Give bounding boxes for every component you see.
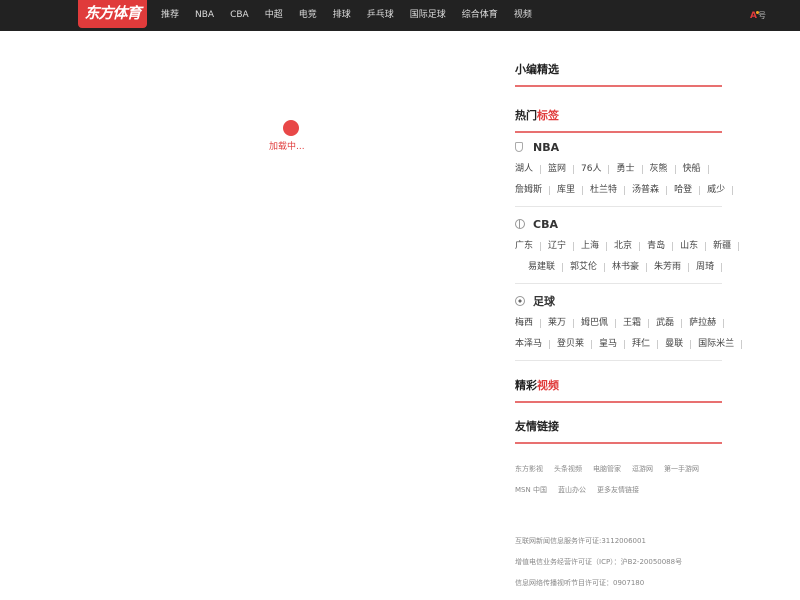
- account-link[interactable]: A 号: [750, 0, 800, 31]
- tag-link[interactable]: 北京: [614, 242, 641, 251]
- tag-link[interactable]: 青岛: [647, 242, 674, 251]
- friend-links-title: 友情链接: [515, 418, 722, 444]
- category-divider: [515, 283, 722, 284]
- license-text: 增值电信业务经营许可证（ICP）：沪B2-20050088号: [515, 558, 683, 566]
- category-name: 足球: [533, 295, 555, 308]
- category-header: 足球: [515, 293, 722, 309]
- nav-item-general-sports[interactable]: 综合体育: [454, 0, 506, 31]
- tag-category-football: 足球 梅西 莱万 姆巴佩 王霜 武磊 萨拉赫 本泽马 登贝莱 皇马 拜仁 曼联 …: [515, 293, 743, 355]
- tag-link[interactable]: 新疆: [713, 242, 740, 251]
- tag-row: 梅西 莱万 姆巴佩 王霜 武磊 萨拉赫: [515, 313, 725, 334]
- category-header: CBA: [515, 216, 722, 232]
- nav-item-esports[interactable]: 电竞: [291, 0, 325, 31]
- tag-link[interactable]: 姆巴佩: [581, 319, 617, 328]
- friend-link[interactable]: 逗游网: [632, 464, 653, 474]
- more-friend-links[interactable]: 更多友情链接: [597, 485, 639, 495]
- video-section-title: 精彩视频: [515, 377, 722, 403]
- tag-link[interactable]: 莱万: [548, 319, 575, 328]
- friend-link[interactable]: 电脑管家: [593, 464, 621, 474]
- friend-links-list: 东方影视 头条视频 电脑管家 逗游网 第一手游网 MSN 中国 蓝山办公 更多友…: [515, 458, 735, 500]
- friend-link[interactable]: 东方影视: [515, 464, 543, 474]
- nav-item-intl-football[interactable]: 国际足球: [402, 0, 454, 31]
- friend-link[interactable]: 第一手游网: [664, 464, 699, 474]
- account-logo-icon: A: [750, 10, 759, 21]
- top-navigation-bar: 东方体育 推荐 NBA CBA 中超 电竞 排球 乒乓球 国际足球 综合体育 视…: [0, 0, 800, 31]
- tag-link[interactable]: 勇士: [616, 165, 643, 174]
- tag-link[interactable]: 拜仁: [632, 340, 659, 349]
- tag-link[interactable]: 郭艾伦: [570, 263, 606, 272]
- license-text: 信息网络传播视听节目许可证：0907180: [515, 579, 645, 587]
- tag-link[interactable]: 湖人: [515, 165, 542, 174]
- nav-item-video[interactable]: 视频: [506, 0, 540, 31]
- tag-link[interactable]: 威少: [707, 186, 734, 195]
- tag-link[interactable]: 萨拉赫: [689, 319, 725, 328]
- video-title-a: 精彩: [515, 379, 537, 392]
- loading-indicator: 加载中...: [269, 120, 311, 152]
- tag-link[interactable]: 曼联: [665, 340, 692, 349]
- category-divider: [515, 206, 722, 207]
- loading-text: 加载中...: [269, 142, 305, 152]
- tag-link[interactable]: 武磊: [656, 319, 683, 328]
- tag-link[interactable]: 林书豪: [612, 263, 648, 272]
- category-header: NBA: [515, 139, 722, 155]
- hot-tags-title-a: 热门: [515, 109, 537, 122]
- friend-link[interactable]: 头条视频: [554, 464, 582, 474]
- tag-link[interactable]: 汤普森: [632, 186, 668, 195]
- tag-link[interactable]: 周琦: [696, 263, 723, 272]
- tag-row: 詹姆斯 库里 杜兰特 汤普森 哈登 威少: [515, 180, 734, 201]
- tag-link[interactable]: 王霜: [623, 319, 650, 328]
- tag-row: 广东 辽宁 上海 北京 青岛 山东 新疆: [515, 236, 740, 257]
- license-text: 互联网新闻信息服务许可证:3112006001: [515, 537, 646, 545]
- tag-link[interactable]: 皇马: [599, 340, 626, 349]
- tag-link[interactable]: 上海: [581, 242, 608, 251]
- tag-link[interactable]: 哈登: [674, 186, 701, 195]
- hot-tags-title: 热门标签: [515, 107, 722, 133]
- tag-link[interactable]: 76人: [581, 165, 610, 174]
- category-name: CBA: [533, 217, 558, 231]
- tag-link[interactable]: 库里: [557, 186, 584, 195]
- tag-link[interactable]: 杜兰特: [590, 186, 626, 195]
- main-nav: 推荐 NBA CBA 中超 电竞 排球 乒乓球 国际足球 综合体育 视频: [153, 0, 540, 31]
- link-row: MSN 中国 蓝山办公 更多友情链接: [515, 479, 735, 500]
- editor-pick-title: 小编精选: [515, 61, 722, 87]
- tag-link[interactable]: 灰熊: [650, 165, 676, 174]
- tag-link[interactable]: 登贝莱: [557, 340, 593, 349]
- tag-link[interactable]: 篮网: [548, 165, 575, 174]
- tag-link[interactable]: 朱芳雨: [654, 263, 690, 272]
- tag-row: 易建联 郭艾伦 林书豪 朱芳雨 周琦: [515, 257, 723, 278]
- tag-category-cba: CBA 广东 辽宁 上海 北京 青岛 山东 新疆 易建联 郭艾伦 林书豪 朱芳雨…: [515, 216, 740, 278]
- tag-link[interactable]: 国际米兰: [698, 340, 743, 349]
- nav-item-cba[interactable]: CBA: [222, 0, 257, 31]
- category-divider: [515, 360, 722, 361]
- nav-item-recommend[interactable]: 推荐: [153, 0, 187, 31]
- link-row: 东方影视 头条视频 电脑管家 逗游网 第一手游网: [515, 458, 735, 479]
- basketball-icon: [515, 219, 525, 229]
- tag-link[interactable]: 山东: [680, 242, 707, 251]
- tag-link[interactable]: 本泽马: [515, 340, 551, 349]
- video-title-b: 视频: [537, 379, 559, 392]
- tag-link[interactable]: 易建联: [528, 263, 564, 272]
- tag-link[interactable]: 快船: [683, 165, 709, 174]
- trophy-icon: [515, 142, 523, 152]
- category-name: NBA: [533, 140, 560, 154]
- tag-link[interactable]: 广东: [515, 242, 542, 251]
- tag-link[interactable]: 辽宁: [548, 242, 575, 251]
- friend-link[interactable]: 蓝山办公: [558, 485, 586, 495]
- tag-category-nba: NBA 湖人 篮网 76人 勇士 灰熊 快船 詹姆斯 库里 杜兰特 汤普森 哈登…: [515, 139, 734, 201]
- nav-item-nba[interactable]: NBA: [187, 0, 222, 31]
- soccer-ball-icon: [515, 296, 525, 306]
- friend-link[interactable]: MSN 中国: [515, 485, 547, 495]
- nav-item-volleyball[interactable]: 排球: [325, 0, 359, 31]
- nav-item-table-tennis[interactable]: 乒乓球: [359, 0, 402, 31]
- hot-tags-title-b: 标签: [537, 109, 559, 122]
- loading-ball-icon: [283, 120, 299, 136]
- tag-row: 本泽马 登贝莱 皇马 拜仁 曼联 国际米兰: [515, 334, 743, 355]
- nav-item-csl[interactable]: 中超: [257, 0, 291, 31]
- account-label: 号: [757, 11, 766, 20]
- site-logo[interactable]: 东方体育: [78, 0, 147, 28]
- tag-link[interactable]: 詹姆斯: [515, 186, 551, 195]
- tag-link[interactable]: 梅西: [515, 319, 542, 328]
- tag-row: 湖人 篮网 76人 勇士 灰熊 快船: [515, 159, 722, 180]
